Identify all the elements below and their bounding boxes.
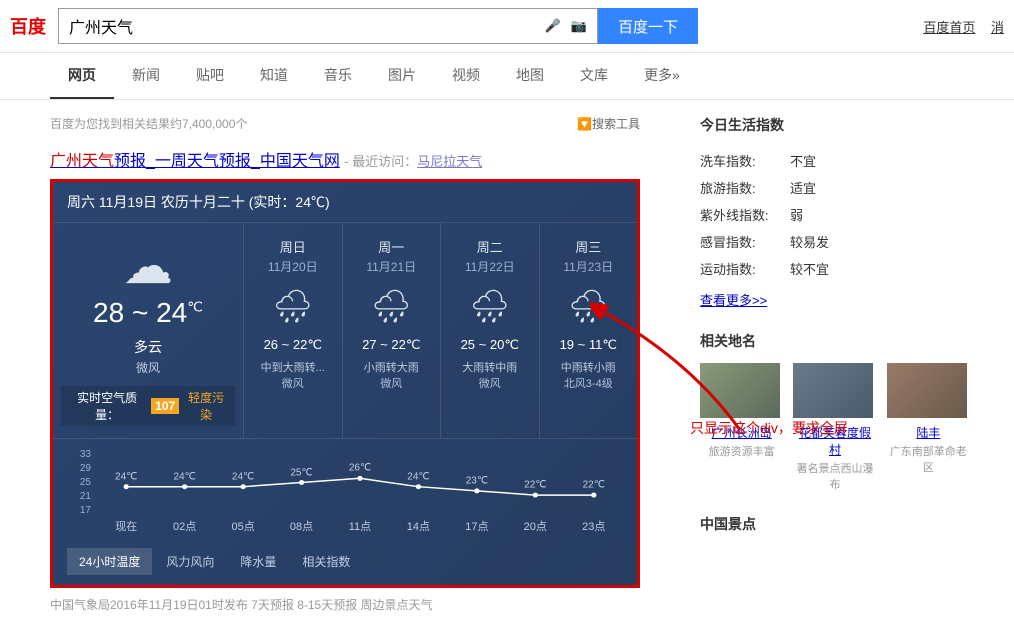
tab-map[interactable]: 地图 [498,53,562,99]
life-index-title: 今日生活指数 [700,115,970,135]
chart-tab-index[interactable]: 相关指数 [290,548,362,575]
temp-chart: 3329252117 24℃24℃24℃25℃26℃24℃23℃22℃22℃ 现… [53,438,637,542]
today-desc: 多云 [61,337,235,357]
aqi-badge[interactable]: 实时空气质量： 107 轻度污染 [61,386,235,426]
result-link[interactable]: 广州天气预报_一周天气预报_中国天气网 [50,153,340,170]
index-row: 感冒指数:较易发 [700,228,970,255]
rain-icon: 🌧 [445,287,535,325]
tab-web[interactable]: 网页 [50,53,114,99]
tab-video[interactable]: 视频 [434,53,498,99]
voice-icon[interactable]: 🎤 [545,18,561,34]
tab-more[interactable]: 更多» [626,53,698,99]
search-input[interactable] [59,9,545,43]
chart-tab-rain[interactable]: 降水量 [228,548,288,575]
today-wind: 微风 [61,359,235,376]
tabs: 网页 新闻 贴吧 知道 音乐 图片 视频 地图 文库 更多» [0,53,1014,100]
forecast-day[interactable]: 周二11月22日🌧25 ~ 20℃大雨转中雨微风 [440,223,539,438]
chart-tab-wind[interactable]: 风力风向 [154,548,226,575]
chart-tabs: 24小时温度 风力风向 降水量 相关指数 [53,542,637,585]
spots-title: 中国景点 [700,514,970,534]
result-count: 百度为您找到相关结果约7,400,000个 [50,115,247,132]
tab-image[interactable]: 图片 [370,53,434,99]
tab-music[interactable]: 音乐 [306,53,370,99]
index-row: 旅游指数:适宜 [700,174,970,201]
index-row: 运动指数:较不宜 [700,255,970,282]
forecast-day[interactable]: 周一11月21日🌧27 ~ 22℃小雨转大雨微风 [342,223,441,438]
forecast-day[interactable]: 周日11月20日🌧26 ~ 22℃中到大雨转...微风 [243,223,342,438]
index-row: 紫外线指数:弱 [700,201,970,228]
tab-wenku[interactable]: 文库 [562,53,626,99]
rain-icon: 🌧 [248,287,338,325]
header-links: 百度首页 消 [911,17,1004,36]
cloudy-night-icon: ☁︎ [61,241,235,291]
place-item[interactable]: 广州长洲岛旅游资源丰富 [700,363,783,492]
search-button[interactable]: 百度一下 [598,8,698,44]
filter-tools[interactable]: 🔽搜索工具 [577,115,640,132]
result-footer: 中国气象局2016年11月19日01时发布 7天预报 8-15天预报 周边景点天… [50,596,640,613]
tab-tieba[interactable]: 贴吧 [178,53,242,99]
place-thumb [793,363,873,418]
tab-news[interactable]: 新闻 [114,53,178,99]
search-box: 🎤 📷 [58,8,598,44]
recent-link[interactable]: 马尼拉天气 [417,154,482,169]
weather-card: 周六 11月19日 农历十月二十 (实时：24℃) ☁︎ 28 ~ 24℃ 多云… [50,179,640,588]
home-link[interactable]: 百度首页 [923,20,975,35]
chart-tab-temp[interactable]: 24小时温度 [67,548,152,575]
baidu-logo: 百度 [10,13,46,39]
result-title: 广州天气预报_一周天气预报_中国天气网 - 最近访问：马尼拉天气 [50,147,640,171]
place-thumb [887,363,967,418]
more-link[interactable]: 查看更多>> [700,290,767,309]
rain-icon: 🌧 [544,287,634,325]
weather-header: 周六 11月19日 农历十月二十 (实时：24℃) [53,182,637,223]
today-panel: ☁︎ 28 ~ 24℃ 多云 微风 实时空气质量： 107 轻度污染 [53,223,243,438]
place-thumb [700,363,780,418]
place-item[interactable]: 陆丰广东南部革命老区 [887,363,970,492]
place-item[interactable]: 花都芙蓉度假村著名景点西山瀑布 [793,363,876,492]
camera-icon[interactable]: 📷 [571,18,587,34]
forecast-day[interactable]: 周三11月23日🌧19 ~ 11℃中雨转小雨北风3-4级 [539,223,638,438]
msg-link[interactable]: 消 [991,20,1004,35]
index-row: 洗车指数:不宜 [700,147,970,174]
tab-zhidao[interactable]: 知道 [242,53,306,99]
rain-icon: 🌧 [347,287,437,325]
places-title: 相关地名 [700,331,970,351]
